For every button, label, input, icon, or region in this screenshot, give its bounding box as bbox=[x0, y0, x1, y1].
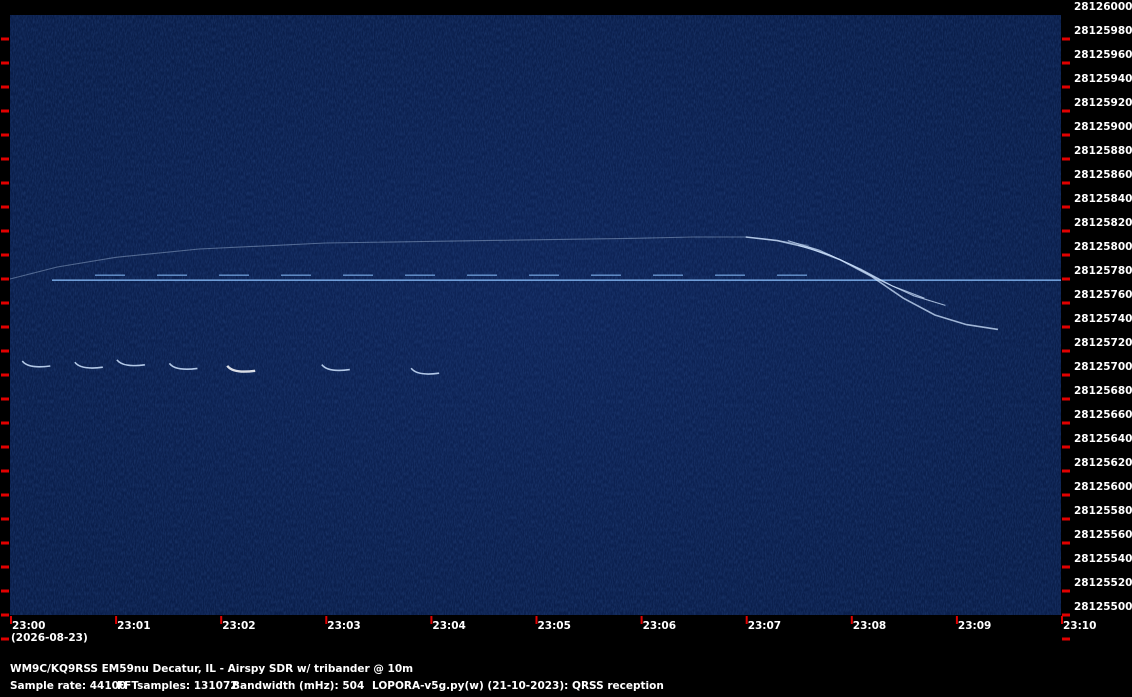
y-tick-right bbox=[1062, 205, 1070, 209]
y-tick-left bbox=[1, 517, 9, 521]
y-tick-label: 28125740 bbox=[1074, 313, 1132, 325]
y-tick-right bbox=[1062, 589, 1070, 593]
y-tick-left bbox=[1, 637, 9, 641]
y-tick-label: 28125760 bbox=[1074, 289, 1132, 301]
y-tick-right bbox=[1062, 517, 1070, 521]
y-tick-right bbox=[1062, 493, 1070, 497]
y-tick-right bbox=[1062, 37, 1070, 41]
y-tick-label: 28125680 bbox=[1074, 385, 1132, 397]
y-tick-right bbox=[1062, 157, 1070, 161]
y-tick-left bbox=[1, 589, 9, 593]
y-tick-right bbox=[1062, 469, 1070, 473]
y-tick-left bbox=[1, 229, 9, 233]
y-tick-label: 28125560 bbox=[1074, 529, 1132, 541]
y-tick-left bbox=[1, 613, 9, 617]
y-tick-left bbox=[1, 349, 9, 353]
y-tick-label: 28125540 bbox=[1074, 553, 1132, 565]
x-tick-label: 23:01 bbox=[117, 620, 150, 632]
x-tick-label: 23:09 bbox=[958, 620, 991, 632]
y-tick-label: 28125640 bbox=[1074, 433, 1132, 445]
y-tick-right bbox=[1062, 109, 1070, 113]
y-tick-label: 28125700 bbox=[1074, 361, 1132, 373]
y-tick-right bbox=[1062, 637, 1070, 641]
y-tick-left bbox=[1, 565, 9, 569]
y-tick-right bbox=[1062, 133, 1070, 137]
y-tick-label: 28125500 bbox=[1074, 601, 1132, 613]
y-tick-label: 28125880 bbox=[1074, 145, 1132, 157]
y-tick-left bbox=[1, 493, 9, 497]
y-tick-label: 28125620 bbox=[1074, 457, 1132, 469]
software-info: LOPORA-v5g.py(w) (21-10-2023): QRSS rece… bbox=[372, 680, 664, 692]
y-tick-right bbox=[1062, 421, 1070, 425]
x-tick-label: 23:10 bbox=[1063, 620, 1096, 632]
y-tick-label: 28125980 bbox=[1074, 25, 1132, 37]
y-tick-left bbox=[1, 253, 9, 257]
y-tick-right bbox=[1062, 277, 1070, 281]
y-tick-right bbox=[1062, 61, 1070, 65]
fft-samples: FFTsamples: 131072 bbox=[117, 680, 238, 692]
y-tick-label: 28125900 bbox=[1074, 121, 1132, 133]
y-tick-right bbox=[1062, 349, 1070, 353]
y-tick-left bbox=[1, 421, 9, 425]
y-tick-left bbox=[1, 157, 9, 161]
y-tick-right bbox=[1062, 181, 1070, 185]
y-tick-left bbox=[1, 541, 9, 545]
y-tick-left bbox=[1, 109, 9, 113]
y-tick-label: 28125780 bbox=[1074, 265, 1132, 277]
y-tick-label: 28125660 bbox=[1074, 409, 1132, 421]
waterfall-figure: 28126000 28125980 28125960 28125940 28125920… bbox=[1, 1, 1132, 644]
x-tick-label: 23:03 bbox=[327, 620, 360, 632]
x-tick-label: 23:00 bbox=[12, 620, 45, 632]
y-tick-left bbox=[1, 373, 9, 377]
y-tick-label: 28125960 bbox=[1074, 49, 1132, 61]
sample-rate: Sample rate: 44100 bbox=[10, 680, 127, 692]
station-info: WM9C/KQ9RSS EM59nu Decatur, IL - Airspy … bbox=[10, 663, 414, 675]
y-tick-right bbox=[1062, 229, 1070, 233]
y-tick-label: 28125920 bbox=[1074, 97, 1132, 109]
y-tick-label: 28125720 bbox=[1074, 337, 1132, 349]
x-tick-label: 23:07 bbox=[748, 620, 781, 632]
y-tick-label: 28125600 bbox=[1074, 481, 1132, 493]
y-tick-right bbox=[1062, 85, 1070, 89]
waterfall-noise bbox=[10, 15, 1061, 615]
y-tick-right bbox=[1062, 373, 1070, 377]
y-tick-right bbox=[1062, 397, 1070, 401]
y-tick-label: 28125800 bbox=[1074, 241, 1132, 253]
y-tick-left bbox=[1, 445, 9, 449]
y-tick-left bbox=[1, 85, 9, 89]
y-tick-left bbox=[1, 277, 9, 281]
y-tick-left bbox=[1, 205, 9, 209]
y-tick-left bbox=[1, 469, 9, 473]
y-tick-label: 28125520 bbox=[1074, 577, 1132, 589]
y-tick-right bbox=[1062, 613, 1070, 617]
y-tick-left bbox=[1, 397, 9, 401]
y-tick-right bbox=[1062, 565, 1070, 569]
x-tick-label: 23:08 bbox=[853, 620, 886, 632]
y-tick-right bbox=[1062, 541, 1070, 545]
time-axis: 23:00 23:01 23:02 23:03 23:04 23:05 23:06 23:07… bbox=[10, 616, 1096, 632]
x-tick-label: 23:05 bbox=[538, 620, 571, 632]
x-date-label: (2026-08-23) bbox=[11, 632, 88, 644]
y-tick-left bbox=[1, 133, 9, 137]
x-tick-label: 23:02 bbox=[222, 620, 255, 632]
y-tick-label: 28125820 bbox=[1074, 217, 1132, 229]
y-tick-label: 28125860 bbox=[1074, 169, 1132, 181]
y-tick-label: 28126000 bbox=[1074, 1, 1132, 13]
y-tick-right bbox=[1062, 253, 1070, 257]
y-tick-label: 28125940 bbox=[1074, 73, 1132, 85]
y-tick-left bbox=[1, 181, 9, 185]
x-tick-label: 23:06 bbox=[643, 620, 676, 632]
y-tick-left bbox=[1, 37, 9, 41]
bandwidth: Bandwidth (mHz): 504 bbox=[232, 680, 365, 692]
y-tick-right bbox=[1062, 445, 1070, 449]
x-tick-label: 23:04 bbox=[432, 620, 465, 632]
y-tick-left bbox=[1, 301, 9, 305]
y-tick-label: 28125840 bbox=[1074, 193, 1132, 205]
y-tick-left bbox=[1, 61, 9, 65]
y-tick-label: 28125580 bbox=[1074, 505, 1132, 517]
y-tick-right bbox=[1062, 301, 1070, 305]
y-tick-right bbox=[1062, 325, 1070, 329]
y-tick-left bbox=[1, 325, 9, 329]
